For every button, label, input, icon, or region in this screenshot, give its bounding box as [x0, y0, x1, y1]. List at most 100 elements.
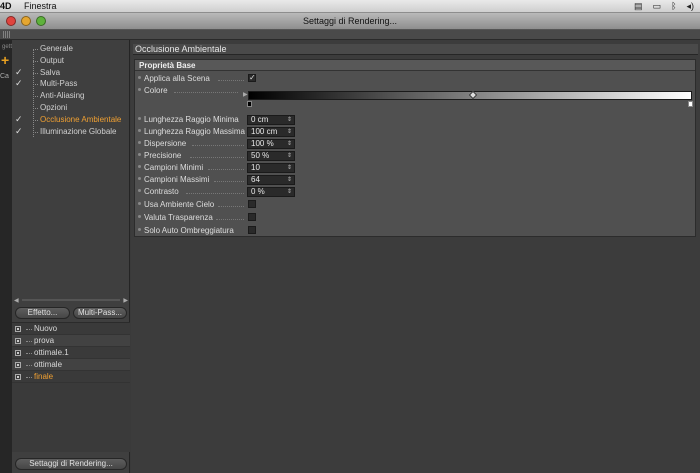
- field-value: 0 cm: [251, 115, 269, 124]
- window-titlebar[interactable]: Settaggi di Rendering...: [0, 13, 700, 30]
- prop-label: Valuta Trasparenza: [144, 213, 213, 222]
- field-value: 50 %: [251, 151, 270, 160]
- sidebar-item-label: Generale: [40, 44, 73, 53]
- prop-label: Colore: [144, 86, 168, 95]
- window-title: Settaggi di Rendering...: [302, 16, 398, 26]
- field-value: 64: [251, 175, 260, 184]
- sidebar-scrollbar[interactable]: ◀ ▶: [14, 297, 128, 304]
- preset-label: ottimale.1: [34, 348, 69, 357]
- campioni-min-field[interactable]: 10 ⇕: [247, 163, 295, 173]
- color-gradient[interactable]: [248, 90, 692, 100]
- stepper-icon[interactable]: ⇕: [287, 188, 292, 196]
- preset-item[interactable]: ottimale: [12, 359, 130, 371]
- field-value: 0 %: [251, 187, 265, 196]
- prop-colore: Colore: [138, 85, 238, 96]
- menu-finestra[interactable]: Finestra: [24, 1, 57, 11]
- prop-campioni-max: Campioni Massimi: [138, 174, 244, 185]
- check-icon[interactable]: ✓: [15, 114, 23, 126]
- prop-dispersione: Dispersione: [138, 138, 244, 149]
- prop-label: Usa Ambiente Cielo: [144, 200, 215, 209]
- ambiente-cielo-checkbox[interactable]: [248, 200, 256, 208]
- prop-label: Precisione: [144, 151, 182, 160]
- applica-checkbox[interactable]: ✓: [248, 74, 256, 82]
- prop-label: Contrasto: [144, 187, 179, 196]
- sidebar-item-opzioni[interactable]: Opzioni: [12, 102, 130, 114]
- dispersione-field[interactable]: 100 % ⇕: [247, 139, 295, 149]
- field-value: 100 %: [251, 139, 274, 148]
- multipass-button[interactable]: Multi-Pass...: [73, 307, 127, 319]
- render-presets-list: Nuovo prova ottimale.1 ottimale finale: [12, 322, 130, 452]
- precisione-field[interactable]: 50 % ⇕: [247, 151, 295, 161]
- stepper-icon[interactable]: ⇕: [287, 116, 292, 124]
- prop-precisione: Precisione: [138, 150, 244, 161]
- raggio-min-field[interactable]: 0 cm ⇕: [247, 115, 295, 125]
- settings-sidebar: Generale Output ✓ Salva ✓ Multi-Pass Ant…: [12, 40, 130, 473]
- stepper-icon[interactable]: ⇕: [287, 140, 292, 148]
- sidebar-item-label: Occlusione Ambientale: [40, 114, 122, 124]
- effetto-button[interactable]: Effetto...: [15, 307, 70, 319]
- bluetooth-icon[interactable]: ᛒ: [671, 1, 676, 12]
- sidebar-item-anti-aliasing[interactable]: Anti-Aliasing: [12, 90, 130, 102]
- app-menu[interactable]: 4D: [0, 1, 12, 11]
- sidebar-item-illuminazione-globale[interactable]: ✓ Illuminazione Globale: [12, 126, 130, 138]
- section-title: Occlusione Ambientale: [133, 44, 698, 55]
- preset-icon: [15, 338, 21, 344]
- prop-applica-alla-scena: Applica alla Scena: [138, 73, 244, 84]
- preset-icon: [15, 350, 21, 356]
- campioni-max-field[interactable]: 64 ⇕: [247, 175, 295, 185]
- check-icon[interactable]: ✓: [15, 78, 23, 90]
- scroll-right-icon[interactable]: ▶: [123, 297, 128, 304]
- gradient-stop-black[interactable]: [247, 101, 252, 107]
- preset-item[interactable]: ottimale.1: [12, 347, 130, 359]
- stepper-icon[interactable]: ⇕: [287, 164, 292, 172]
- menubar-tray: ▤ ▭ ᛒ ◂): [634, 1, 694, 12]
- sidebar-item-label: Multi-Pass: [40, 79, 78, 89]
- raggio-max-field[interactable]: 100 cm ⇕: [247, 127, 295, 137]
- preset-item-active[interactable]: finale: [12, 371, 130, 383]
- scroll-track[interactable]: [22, 299, 120, 301]
- check-icon[interactable]: ✓: [15, 126, 23, 138]
- base-properties-group: Proprietà Base Applica alla Scena ✓ Colo…: [134, 59, 696, 237]
- group-title[interactable]: Proprietà Base: [135, 60, 695, 71]
- trasparenza-checkbox[interactable]: [248, 213, 256, 221]
- display-icon[interactable]: ▭: [653, 1, 662, 12]
- field-value: 100 cm: [251, 127, 278, 136]
- preset-item[interactable]: Nuovo: [12, 323, 130, 335]
- background-app: getti + Ca: [0, 40, 13, 473]
- field-value: 10: [251, 163, 260, 172]
- stepper-icon[interactable]: ⇕: [287, 152, 292, 160]
- volume-icon[interactable]: ◂): [686, 1, 694, 12]
- gradient-arrow-icon[interactable]: ▶: [243, 91, 248, 98]
- prop-label: Campioni Massimi: [144, 175, 210, 184]
- scroll-left-icon[interactable]: ◀: [14, 297, 19, 304]
- contrasto-field[interactable]: 0 % ⇕: [247, 187, 295, 197]
- add-icon[interactable]: +: [1, 52, 9, 68]
- solo-auto-checkbox[interactable]: [248, 226, 256, 234]
- gradient-knob[interactable]: [468, 90, 478, 100]
- preset-item[interactable]: prova: [12, 335, 130, 347]
- sidebar-item-label: Output: [40, 55, 65, 65]
- render-settings-button[interactable]: Settaggi di Rendering...: [15, 458, 127, 470]
- prop-raggio-min: Lunghezza Raggio Minima: [138, 114, 239, 125]
- sidebar-item-occlusione-ambientale[interactable]: ✓ Occlusione Ambientale: [12, 114, 130, 126]
- prop-campioni-min: Campioni Minimi: [138, 162, 244, 173]
- check-icon[interactable]: ✓: [15, 67, 23, 79]
- prop-label: Solo Auto Ombreggiatura: [144, 226, 234, 235]
- sidebar-item-output[interactable]: Output: [12, 55, 130, 67]
- stepper-icon[interactable]: ⇕: [287, 176, 292, 184]
- prop-label: Lunghezza Raggio Massima: [144, 127, 245, 136]
- gradient-stop-white[interactable]: [688, 101, 693, 107]
- stepper-icon[interactable]: ⇕: [287, 128, 292, 136]
- grid-icon[interactable]: ▤: [634, 1, 643, 12]
- preset-label: finale: [34, 372, 54, 381]
- prop-usa-ambiente-cielo: Usa Ambiente Cielo: [138, 199, 244, 210]
- sidebar-item-label: Opzioni: [40, 102, 68, 112]
- prop-label: Dispersione: [144, 139, 187, 148]
- sidebar-item-multipass[interactable]: ✓ Multi-Pass: [12, 78, 130, 90]
- sidebar-item-label: Salva: [40, 67, 61, 77]
- sidebar-item-salva[interactable]: ✓ Salva: [12, 67, 130, 79]
- menubar: 4D Finestra ▤ ▭ ᛒ ◂): [0, 0, 700, 13]
- grip-icon[interactable]: [3, 31, 11, 38]
- preset-label: prova: [34, 336, 55, 345]
- sidebar-item-generale[interactable]: Generale: [12, 43, 130, 55]
